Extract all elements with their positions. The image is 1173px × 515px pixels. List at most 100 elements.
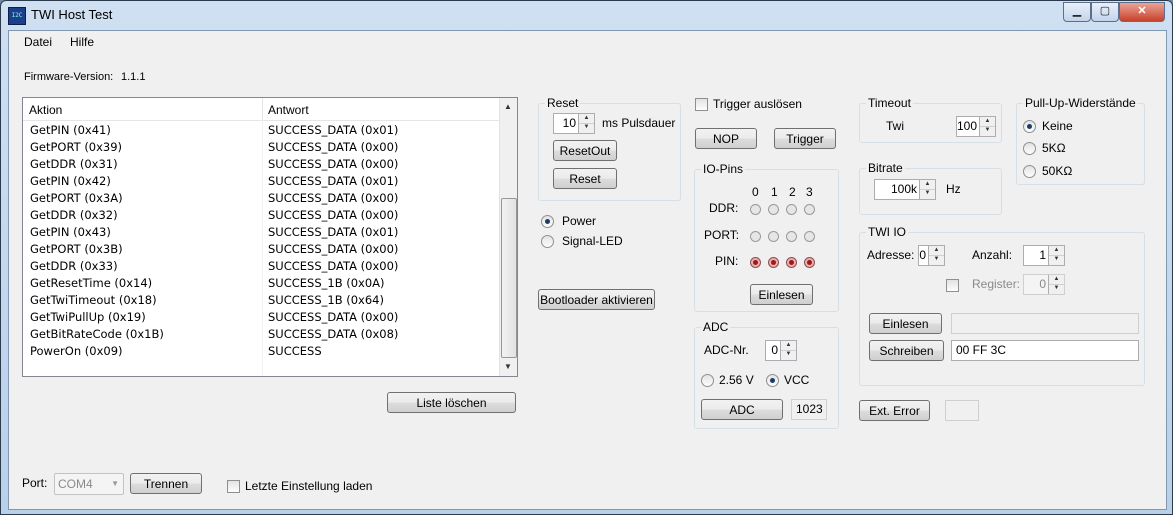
minimize-button[interactable]: ▁	[1063, 2, 1091, 22]
table-row[interactable]: GetDDR (0x32) SUCCESS_DATA (0x00)	[23, 207, 499, 224]
spin-down-icon[interactable]: ▼	[980, 126, 995, 135]
disconnect-button[interactable]: Trennen	[130, 473, 202, 494]
pulse-duration-value: 10	[562, 116, 576, 130]
port-bit-2-led[interactable]	[786, 231, 797, 242]
menu-hilfe[interactable]: Hilfe	[70, 35, 94, 49]
twi-write-input[interactable]: 00 FF 3C	[951, 340, 1139, 361]
scroll-up-arrow-icon[interactable]: ▲	[504, 102, 512, 111]
twi-write-button[interactable]: Schreiben	[869, 340, 944, 361]
adc-channel-input[interactable]: 0 ▲ ▼	[765, 340, 797, 361]
table-row[interactable]: GetPORT (0x3B) SUCCESS_DATA (0x00)	[23, 241, 499, 258]
row-action: GetPORT (0x39)	[30, 140, 123, 154]
row-action: GetDDR (0x31)	[30, 157, 118, 171]
table-row[interactable]: GetPIN (0x41) SUCCESS_DATA (0x01)	[23, 122, 499, 139]
table-row[interactable]: GetPORT (0x3A) SUCCESS_DATA (0x00)	[23, 190, 499, 207]
table-row[interactable]: GetPIN (0x42) SUCCESS_DATA (0x01)	[23, 173, 499, 190]
reset-out-button[interactable]: ResetOut	[553, 140, 617, 161]
maximize-button[interactable]: ▢	[1091, 2, 1119, 22]
adc-button[interactable]: ADC	[701, 399, 783, 420]
load-last-checkbox[interactable]	[227, 480, 240, 493]
column-header-aktion[interactable]: Aktion	[29, 103, 62, 117]
row-response: SUCCESS_DATA (0x00)	[268, 157, 399, 171]
ref-vcc-radio[interactable]	[766, 374, 779, 387]
table-row[interactable]: GetTwiTimeout (0x18) SUCCESS_1B (0x64)	[23, 292, 499, 309]
trigger-label: Trigger auslösen	[713, 97, 802, 111]
table-row[interactable]: GetDDR (0x33) SUCCESS_DATA (0x00)	[23, 258, 499, 275]
bit-label-1: 1	[771, 185, 778, 199]
port-bit-1-led[interactable]	[768, 231, 779, 242]
reset-group: Reset 10 ▲ ▼ ms Pulsdauer ResetOut Reset	[538, 96, 681, 201]
ddr-bit-3-led[interactable]	[804, 204, 815, 215]
ddr-bit-2-led[interactable]	[786, 204, 797, 215]
port-select[interactable]: COM4 ▼	[54, 473, 124, 495]
title-bar[interactable]: I2C TWI Host Test ▁ ▢ ✕	[1, 1, 1172, 29]
spin-down-icon[interactable]: ▼	[920, 189, 935, 198]
load-last-label: Letzte Einstellung laden	[245, 479, 373, 493]
twi-read-result	[951, 313, 1139, 334]
count-input[interactable]: 1 ▲ ▼	[1023, 245, 1065, 266]
app-icon: I2C	[8, 7, 26, 25]
ref-256-radio[interactable]	[701, 374, 714, 387]
app-window: I2C TWI Host Test ▁ ▢ ✕ Datei Hilfe Firm…	[0, 0, 1173, 515]
port-label: Port:	[22, 476, 48, 490]
ddr-bit-0-led[interactable]	[750, 204, 761, 215]
ddr-bit-1-led[interactable]	[768, 204, 779, 215]
pin-bit-0-led[interactable]	[750, 257, 761, 268]
address-label: Adresse:	[867, 248, 915, 262]
timeout-title: Timeout	[866, 96, 913, 110]
io-pins-title: IO-Pins	[701, 162, 746, 176]
chevron-down-icon: ▼	[111, 479, 119, 488]
reset-button[interactable]: Reset	[553, 168, 617, 189]
log-scrollbar[interactable]: ▲ ▼	[499, 98, 517, 376]
row-action: GetPIN (0x42)	[30, 174, 111, 188]
signal-led-radio[interactable]	[541, 235, 554, 248]
menu-datei[interactable]: Datei	[24, 35, 52, 49]
log-list[interactable]: Aktion Antwort GetPIN (0x41) SUCCESS_DATA…	[22, 97, 518, 377]
scroll-thumb[interactable]	[501, 198, 517, 358]
spin-down-icon[interactable]: ▼	[579, 123, 594, 132]
twi-read-button[interactable]: Einlesen	[869, 313, 942, 334]
port-bit-0-led[interactable]	[750, 231, 761, 242]
register-checkbox[interactable]	[946, 279, 959, 292]
port-bit-3-led[interactable]	[804, 231, 815, 242]
pulse-duration-input[interactable]: 10 ▲ ▼	[553, 113, 595, 134]
table-row[interactable]: GetPIN (0x43) SUCCESS_DATA (0x01)	[23, 224, 499, 241]
table-row[interactable]: GetBitRateCode (0x1B) SUCCESS_DATA (0x08)	[23, 326, 499, 343]
close-button[interactable]: ✕	[1119, 2, 1165, 22]
scroll-down-arrow-icon[interactable]: ▼	[504, 362, 512, 371]
power-radio[interactable]	[541, 215, 554, 228]
trigger-checkbox[interactable]	[695, 98, 708, 111]
table-row[interactable]: PowerOn (0x09) SUCCESS	[23, 343, 499, 360]
table-row[interactable]: GetResetTime (0x14) SUCCESS_1B (0x0A)	[23, 275, 499, 292]
timeout-input[interactable]: 100 ▲ ▼	[956, 116, 996, 137]
table-row[interactable]: GetPORT (0x39) SUCCESS_DATA (0x00)	[23, 139, 499, 156]
spin-down-icon[interactable]: ▼	[929, 255, 944, 264]
pin-bit-1-led[interactable]	[768, 257, 779, 268]
register-label: Register:	[972, 277, 1021, 291]
clear-list-button[interactable]: Liste löschen	[387, 392, 516, 413]
table-row[interactable]: GetDDR (0x31) SUCCESS_DATA (0x00)	[23, 156, 499, 173]
io-read-button[interactable]: Einlesen	[750, 284, 813, 305]
pin-bit-3-led[interactable]	[804, 257, 815, 268]
trigger-button[interactable]: Trigger	[774, 128, 836, 149]
table-row[interactable]: GetTwiPullUp (0x19) SUCCESS_DATA (0x00)	[23, 309, 499, 326]
row-action: GetPORT (0x3A)	[30, 191, 123, 205]
bitrate-title: Bitrate	[866, 161, 905, 175]
bootloader-button[interactable]: Bootloader aktivieren	[538, 289, 655, 310]
nop-button[interactable]: NOP	[695, 128, 757, 149]
pullup-none-radio[interactable]	[1023, 120, 1036, 133]
bitrate-input[interactable]: 100k ▲ ▼	[874, 179, 936, 200]
spin-down-icon[interactable]: ▼	[781, 350, 796, 359]
pullup-50k-radio[interactable]	[1023, 165, 1036, 178]
pin-bit-2-led[interactable]	[786, 257, 797, 268]
power-label: Power	[562, 214, 597, 228]
count-value: 1	[1039, 248, 1046, 262]
spin-down-icon[interactable]: ▼	[1049, 255, 1064, 264]
pullup-5k-radio[interactable]	[1023, 142, 1036, 155]
ext-error-button[interactable]: Ext. Error	[859, 400, 930, 421]
twi-io-group: TWI IO Adresse: 0 ▲ ▼ Anzahl: 1 ▲ ▼ Regist…	[859, 225, 1145, 386]
register-input[interactable]: 0 ▲ ▼	[1023, 274, 1065, 295]
spin-down-icon[interactable]: ▼	[1049, 284, 1064, 293]
address-input[interactable]: 0 ▲ ▼	[918, 245, 945, 266]
column-header-antwort[interactable]: Antwort	[268, 103, 309, 117]
